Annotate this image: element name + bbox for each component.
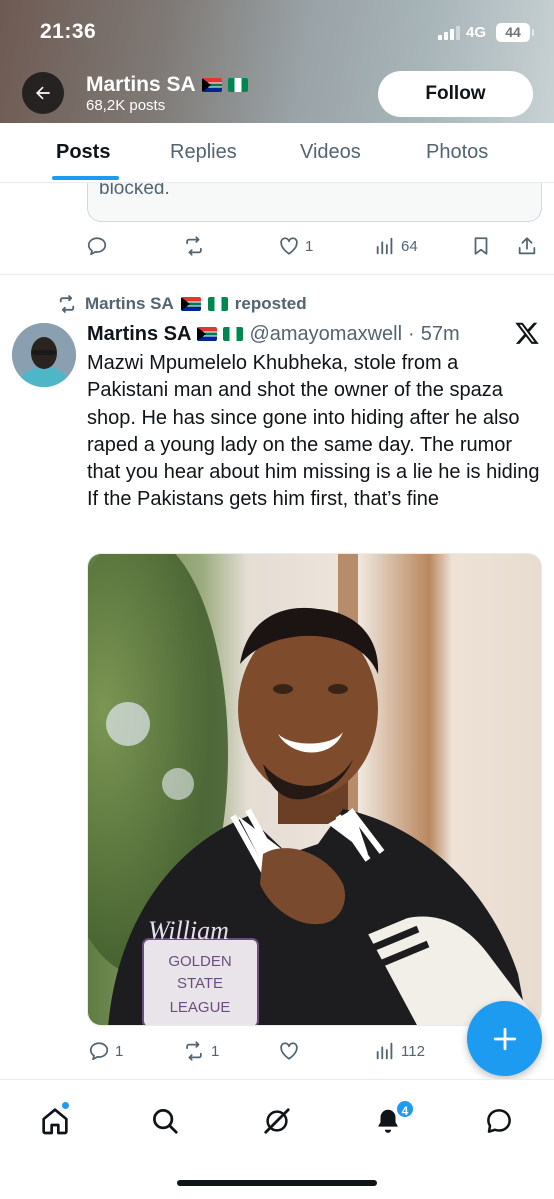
like-button[interactable] <box>278 1039 305 1063</box>
status-bar: 21:36 4G 44 <box>0 0 554 66</box>
repost-button[interactable] <box>182 234 206 258</box>
profile-tabs: Posts Replies Videos Photos <box>0 123 554 183</box>
battery-icon: 44 <box>496 23 534 42</box>
views-count: 64 <box>401 237 418 255</box>
jacket-script-text: William <box>148 916 229 945</box>
profile-name-text: Martins SA <box>86 73 196 96</box>
repost-context[interactable]: Martins SA reposted <box>56 294 307 314</box>
posts-count: 68,2K posts <box>86 97 166 114</box>
repost-icon <box>186 236 202 256</box>
views-icon <box>376 237 393 255</box>
status-time: 21:36 <box>40 20 97 43</box>
compose-button[interactable] <box>467 1001 542 1076</box>
reply-button[interactable]: 1 <box>88 1039 123 1063</box>
tweet-text: Mazwi Mpumelelo Khubheka, stole from a P… <box>87 352 540 511</box>
repost-count: 1 <box>211 1042 220 1060</box>
south-africa-flag-icon <box>201 78 222 92</box>
views-button[interactable]: 112 <box>374 1039 425 1063</box>
patch-line-2: STATE <box>177 975 223 992</box>
photo-man-in-varsity-jacket: William GOLDEN STATE LEAGUE <box>88 554 541 1025</box>
nigeria-flag-icon <box>207 297 228 311</box>
reply-icon <box>87 237 107 256</box>
like-count: 1 <box>305 237 314 255</box>
share-button[interactable] <box>516 234 538 258</box>
reply-count: 1 <box>115 1042 124 1060</box>
repost-icon <box>186 1041 202 1061</box>
nigeria-flag-icon <box>223 327 244 341</box>
battery-level: 44 <box>505 24 521 40</box>
tab-posts[interactable]: Posts <box>56 141 110 164</box>
repost-button[interactable]: 1 <box>182 1039 219 1063</box>
patch-line-1: GOLDEN <box>168 953 231 970</box>
author-handle[interactable]: @amayomaxwell <box>249 323 402 346</box>
meta-separator: · <box>408 322 415 345</box>
south-africa-flag-icon <box>180 297 201 311</box>
follow-button[interactable]: Follow <box>378 71 533 117</box>
views-button[interactable]: 64 <box>374 234 418 258</box>
heart-icon <box>280 1042 298 1060</box>
tweet-divider <box>0 274 554 275</box>
reply-icon <box>89 1042 109 1061</box>
tab-videos[interactable]: Videos <box>300 141 361 164</box>
avatar-image <box>12 323 76 387</box>
south-africa-flag-icon <box>197 327 218 341</box>
nigeria-flag-icon <box>227 78 248 92</box>
x-logo-icon <box>514 320 540 346</box>
tweet-media-image[interactable]: William GOLDEN STATE LEAGUE <box>87 553 542 1026</box>
repost-icon <box>59 295 75 313</box>
active-tab-indicator <box>52 176 119 180</box>
patch-line-3: LEAGUE <box>170 999 231 1016</box>
author-name[interactable]: Martins SA <box>87 323 191 346</box>
arrow-left-icon <box>36 86 50 100</box>
prev-tweet-actions: 1 64 <box>0 234 554 264</box>
tab-photos[interactable]: Photos <box>426 141 488 164</box>
plus-icon <box>493 1027 516 1050</box>
back-button[interactable] <box>22 72 64 114</box>
views-icon <box>376 1042 393 1060</box>
views-count: 112 <box>401 1042 425 1060</box>
bookmark-button[interactable] <box>470 234 492 258</box>
tweet-time[interactable]: 57m <box>421 323 460 346</box>
reply-button[interactable] <box>86 234 108 258</box>
nav-grok[interactable] <box>260 1104 294 1138</box>
home-unread-dot <box>61 1101 70 1110</box>
nav-search[interactable] <box>148 1104 182 1138</box>
profile-name: Martins SA <box>86 73 248 97</box>
nav-messages[interactable] <box>482 1104 516 1138</box>
repost-suffix: reposted <box>234 294 307 313</box>
author-avatar[interactable] <box>12 323 76 387</box>
like-button[interactable]: 1 <box>278 234 313 258</box>
bookmark-icon <box>474 237 488 255</box>
notifications-badge: 4 <box>395 1099 415 1119</box>
share-icon <box>518 237 536 255</box>
heart-icon <box>280 237 298 255</box>
home-indicator <box>177 1180 377 1186</box>
profile-header: 21:36 4G 44 Martins SA 68,2K posts Follo… <box>0 0 554 123</box>
signal-icon <box>438 26 460 40</box>
search-icon <box>153 1109 178 1134</box>
grok-icon <box>264 1108 290 1134</box>
repost-by-name: Martins SA <box>85 294 174 313</box>
network-label: 4G <box>466 24 487 41</box>
tweet-header: Martins SA @amayomaxwell · 57m <box>87 321 460 347</box>
tab-replies[interactable]: Replies <box>170 141 237 164</box>
messages-icon <box>487 1109 511 1133</box>
